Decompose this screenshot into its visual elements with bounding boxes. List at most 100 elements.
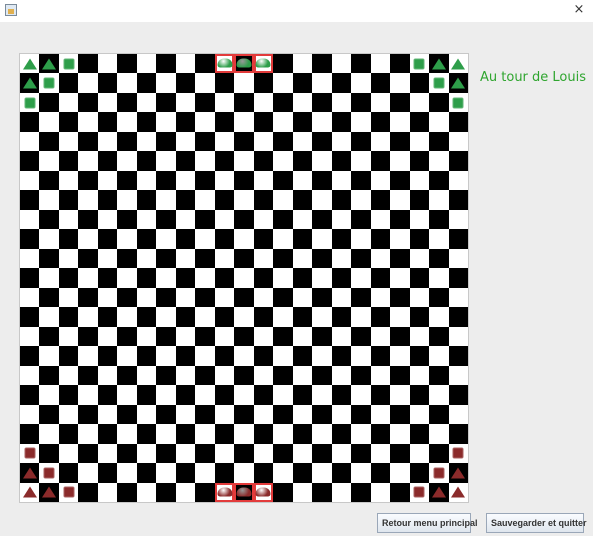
board-cell[interactable] — [370, 112, 391, 132]
board-cell[interactable] — [429, 443, 449, 464]
green-square-piece[interactable] — [452, 97, 464, 109]
board-cell[interactable] — [136, 463, 157, 483]
board-cell[interactable] — [429, 268, 449, 288]
red-dome-piece[interactable] — [236, 487, 252, 497]
board-cell[interactable] — [429, 209, 449, 230]
red-triangle-piece[interactable] — [431, 486, 446, 498]
board-cell[interactable] — [292, 112, 313, 132]
board-cell[interactable] — [117, 463, 137, 483]
board-cell[interactable] — [39, 73, 59, 93]
board-cell[interactable] — [448, 365, 468, 386]
board-cell[interactable] — [409, 268, 430, 288]
board-cell[interactable] — [78, 131, 98, 152]
green-dome-piece[interactable] — [217, 58, 233, 68]
board-cell[interactable] — [331, 404, 352, 425]
board-cell[interactable] — [429, 307, 449, 327]
board-cell[interactable] — [351, 170, 371, 191]
board-cell[interactable] — [448, 424, 468, 444]
board-cell[interactable] — [214, 151, 235, 171]
board-cell[interactable] — [39, 287, 59, 308]
board-cell[interactable] — [156, 346, 176, 366]
board-cell[interactable] — [97, 482, 118, 502]
board-cell[interactable] — [39, 131, 59, 152]
board-cell[interactable] — [390, 190, 410, 210]
board-cell[interactable] — [273, 229, 293, 249]
board-cell[interactable] — [390, 307, 410, 327]
board-cell[interactable] — [409, 209, 430, 230]
board-cell[interactable] — [409, 346, 430, 366]
board-cell[interactable] — [390, 365, 410, 386]
board-cell[interactable] — [253, 482, 274, 502]
board-cell[interactable] — [78, 209, 98, 230]
board-cell[interactable] — [195, 482, 215, 502]
board-cell[interactable] — [409, 190, 430, 210]
board-cell[interactable] — [117, 443, 137, 464]
board-cell[interactable] — [312, 151, 332, 171]
board-cell[interactable] — [409, 170, 430, 191]
board-cell[interactable] — [214, 229, 235, 249]
board-cell[interactable] — [136, 151, 157, 171]
board-cell[interactable] — [136, 131, 157, 152]
board-cell[interactable] — [429, 346, 449, 366]
board-cell[interactable] — [448, 209, 468, 230]
board-cell[interactable] — [58, 248, 79, 269]
board-cell[interactable] — [292, 209, 313, 230]
board-cell[interactable] — [39, 365, 59, 386]
board-cell[interactable] — [292, 151, 313, 171]
green-square-piece[interactable] — [433, 77, 445, 89]
board-cell[interactable] — [195, 404, 215, 425]
board-cell[interactable] — [312, 326, 332, 347]
board-cell[interactable] — [390, 131, 410, 152]
board-cell[interactable] — [214, 112, 235, 132]
board-cell[interactable] — [409, 287, 430, 308]
board-cell[interactable] — [273, 92, 293, 113]
board-cell[interactable] — [331, 170, 352, 191]
board-cell[interactable] — [448, 385, 468, 405]
board-cell[interactable] — [390, 209, 410, 230]
board-cell[interactable] — [58, 112, 79, 132]
red-triangle-piece[interactable] — [451, 467, 466, 479]
board-cell[interactable] — [292, 365, 313, 386]
board-cell[interactable] — [253, 404, 274, 425]
board-cell[interactable] — [97, 229, 118, 249]
board-cell[interactable] — [97, 424, 118, 444]
board-cell[interactable] — [390, 73, 410, 93]
board-cell[interactable] — [156, 170, 176, 191]
board-cell[interactable] — [234, 287, 254, 308]
board-cell[interactable] — [136, 287, 157, 308]
board-cell[interactable] — [331, 424, 352, 444]
board-cell[interactable] — [195, 131, 215, 152]
board-cell[interactable] — [253, 365, 274, 386]
board-cell[interactable] — [390, 287, 410, 308]
board-cell[interactable] — [331, 385, 352, 405]
board-cell[interactable] — [58, 170, 79, 191]
board-cell[interactable] — [175, 326, 196, 347]
board-cell[interactable] — [351, 54, 371, 74]
board-cell[interactable] — [253, 92, 274, 113]
board-cell[interactable] — [429, 170, 449, 191]
board-cell[interactable] — [273, 443, 293, 464]
board-cell[interactable] — [195, 209, 215, 230]
board-cell[interactable] — [175, 73, 196, 93]
board-cell[interactable] — [156, 92, 176, 113]
red-square-piece[interactable] — [452, 447, 464, 459]
board-cell[interactable] — [429, 131, 449, 152]
board-cell[interactable] — [331, 73, 352, 93]
board-cell[interactable] — [409, 482, 430, 502]
board-cell[interactable] — [156, 463, 176, 483]
board-cell[interactable] — [175, 229, 196, 249]
board-cell[interactable] — [156, 131, 176, 152]
board-cell[interactable] — [273, 307, 293, 327]
board-cell[interactable] — [136, 346, 157, 366]
board-cell[interactable] — [117, 404, 137, 425]
board-cell[interactable] — [331, 54, 352, 74]
board-cell[interactable] — [97, 326, 118, 347]
board-cell[interactable] — [214, 307, 235, 327]
board-cell[interactable] — [156, 424, 176, 444]
board-cell[interactable] — [214, 385, 235, 405]
board-cell[interactable] — [78, 404, 98, 425]
board-cell[interactable] — [175, 463, 196, 483]
board-cell[interactable] — [331, 229, 352, 249]
board-cell[interactable] — [351, 229, 371, 249]
board-cell[interactable] — [20, 248, 40, 269]
